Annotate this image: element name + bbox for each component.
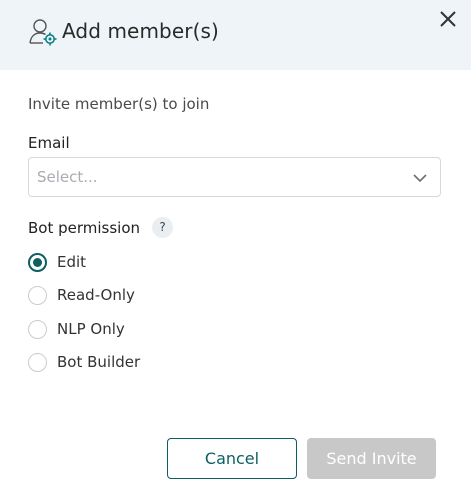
radio-button-checked[interactable] [28, 253, 47, 272]
cancel-button[interactable]: Cancel [167, 438, 297, 479]
email-label: Email [28, 134, 70, 152]
radio-label-bot-builder: Bot Builder [57, 353, 141, 371]
radio-label-read-only: Read-Only [57, 286, 135, 304]
email-select[interactable]: Select... [28, 157, 441, 197]
dialog-title: Add member(s) [62, 19, 219, 43]
radio-button[interactable] [28, 320, 47, 339]
send-invite-button[interactable]: Send Invite [307, 438, 436, 479]
dialog-subtitle: Invite member(s) to join [28, 95, 210, 113]
radio-button[interactable] [28, 286, 47, 305]
email-placeholder: Select... [37, 168, 98, 186]
radio-label-nlp-only: NLP Only [57, 320, 125, 338]
close-icon[interactable] [438, 9, 458, 29]
radio-label-edit: Edit [57, 253, 87, 271]
radio-button[interactable] [28, 353, 47, 372]
permission-label: Bot permission [28, 219, 141, 237]
dialog-header: Add member(s) [0, 0, 471, 70]
user-settings-icon [29, 19, 57, 46]
help-icon[interactable]: ? [152, 217, 173, 238]
chevron-down-icon [413, 174, 427, 183]
